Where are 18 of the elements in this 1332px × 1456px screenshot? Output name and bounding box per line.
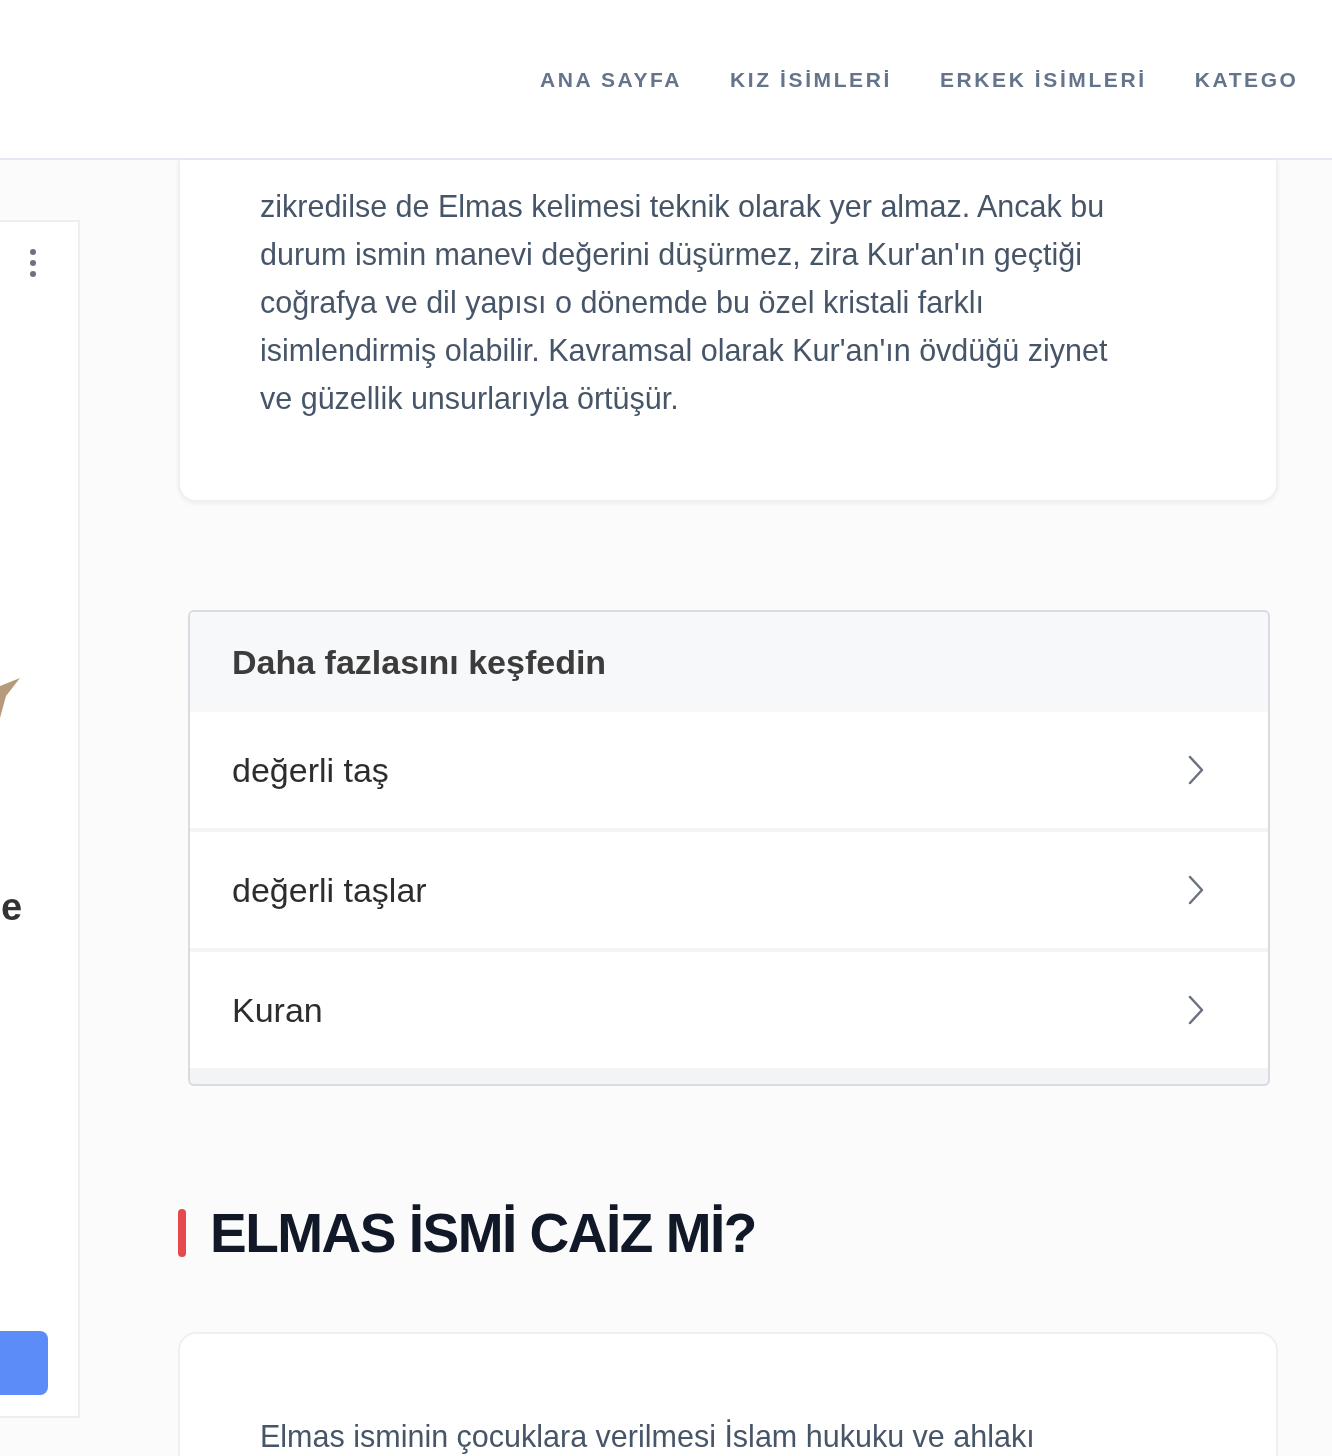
more-options-icon[interactable] <box>29 248 37 278</box>
explore-title: Daha fazlasını keşfedin <box>232 642 607 682</box>
nav-link[interactable]: ANA SAYFA <box>540 68 683 92</box>
article-paragraph: zikredilse de Elmas kelimesi teknik olarak yer almaz. Ancak bu durum ismin manevi değerini düşürmez, zira Kur'an'ın geçtiği coğrafya ve dil yapısı o dönemde bu özel kristali farklı isimlendirmiş olabilir. Kavramsal olarak Kur'an'ın övdüğü ziynet ve güzellik unsurlarıyla örtüşür. <box>260 188 1109 418</box>
chevron-right-icon <box>1188 755 1204 785</box>
accent-bar <box>178 1209 186 1257</box>
nav-link[interactable]: ERKEK İSİMLERİ <box>939 68 1147 92</box>
nav-link[interactable]: KIZ İSİMLERİ <box>730 68 892 92</box>
chevron-right-icon <box>1188 875 1204 905</box>
explore-item[interactable]: değerli taş <box>190 712 1268 828</box>
explore-item[interactable]: Kuran <box>190 952 1268 1068</box>
nav-link[interactable]: KATEGO <box>1194 68 1299 92</box>
section-heading: ELMAS İSMİ CAİZ Mİ? <box>210 1201 756 1265</box>
star-image-fragment <box>0 678 20 718</box>
card-title: e <box>1 888 23 926</box>
article-paragraph: Elmas isminin çocuklara verilmesi İslam hukuku ve ahlakı <box>260 1418 1036 1456</box>
chevron-right-icon <box>1188 995 1204 1025</box>
explore-item[interactable]: değerli taşlar <box>190 832 1268 948</box>
